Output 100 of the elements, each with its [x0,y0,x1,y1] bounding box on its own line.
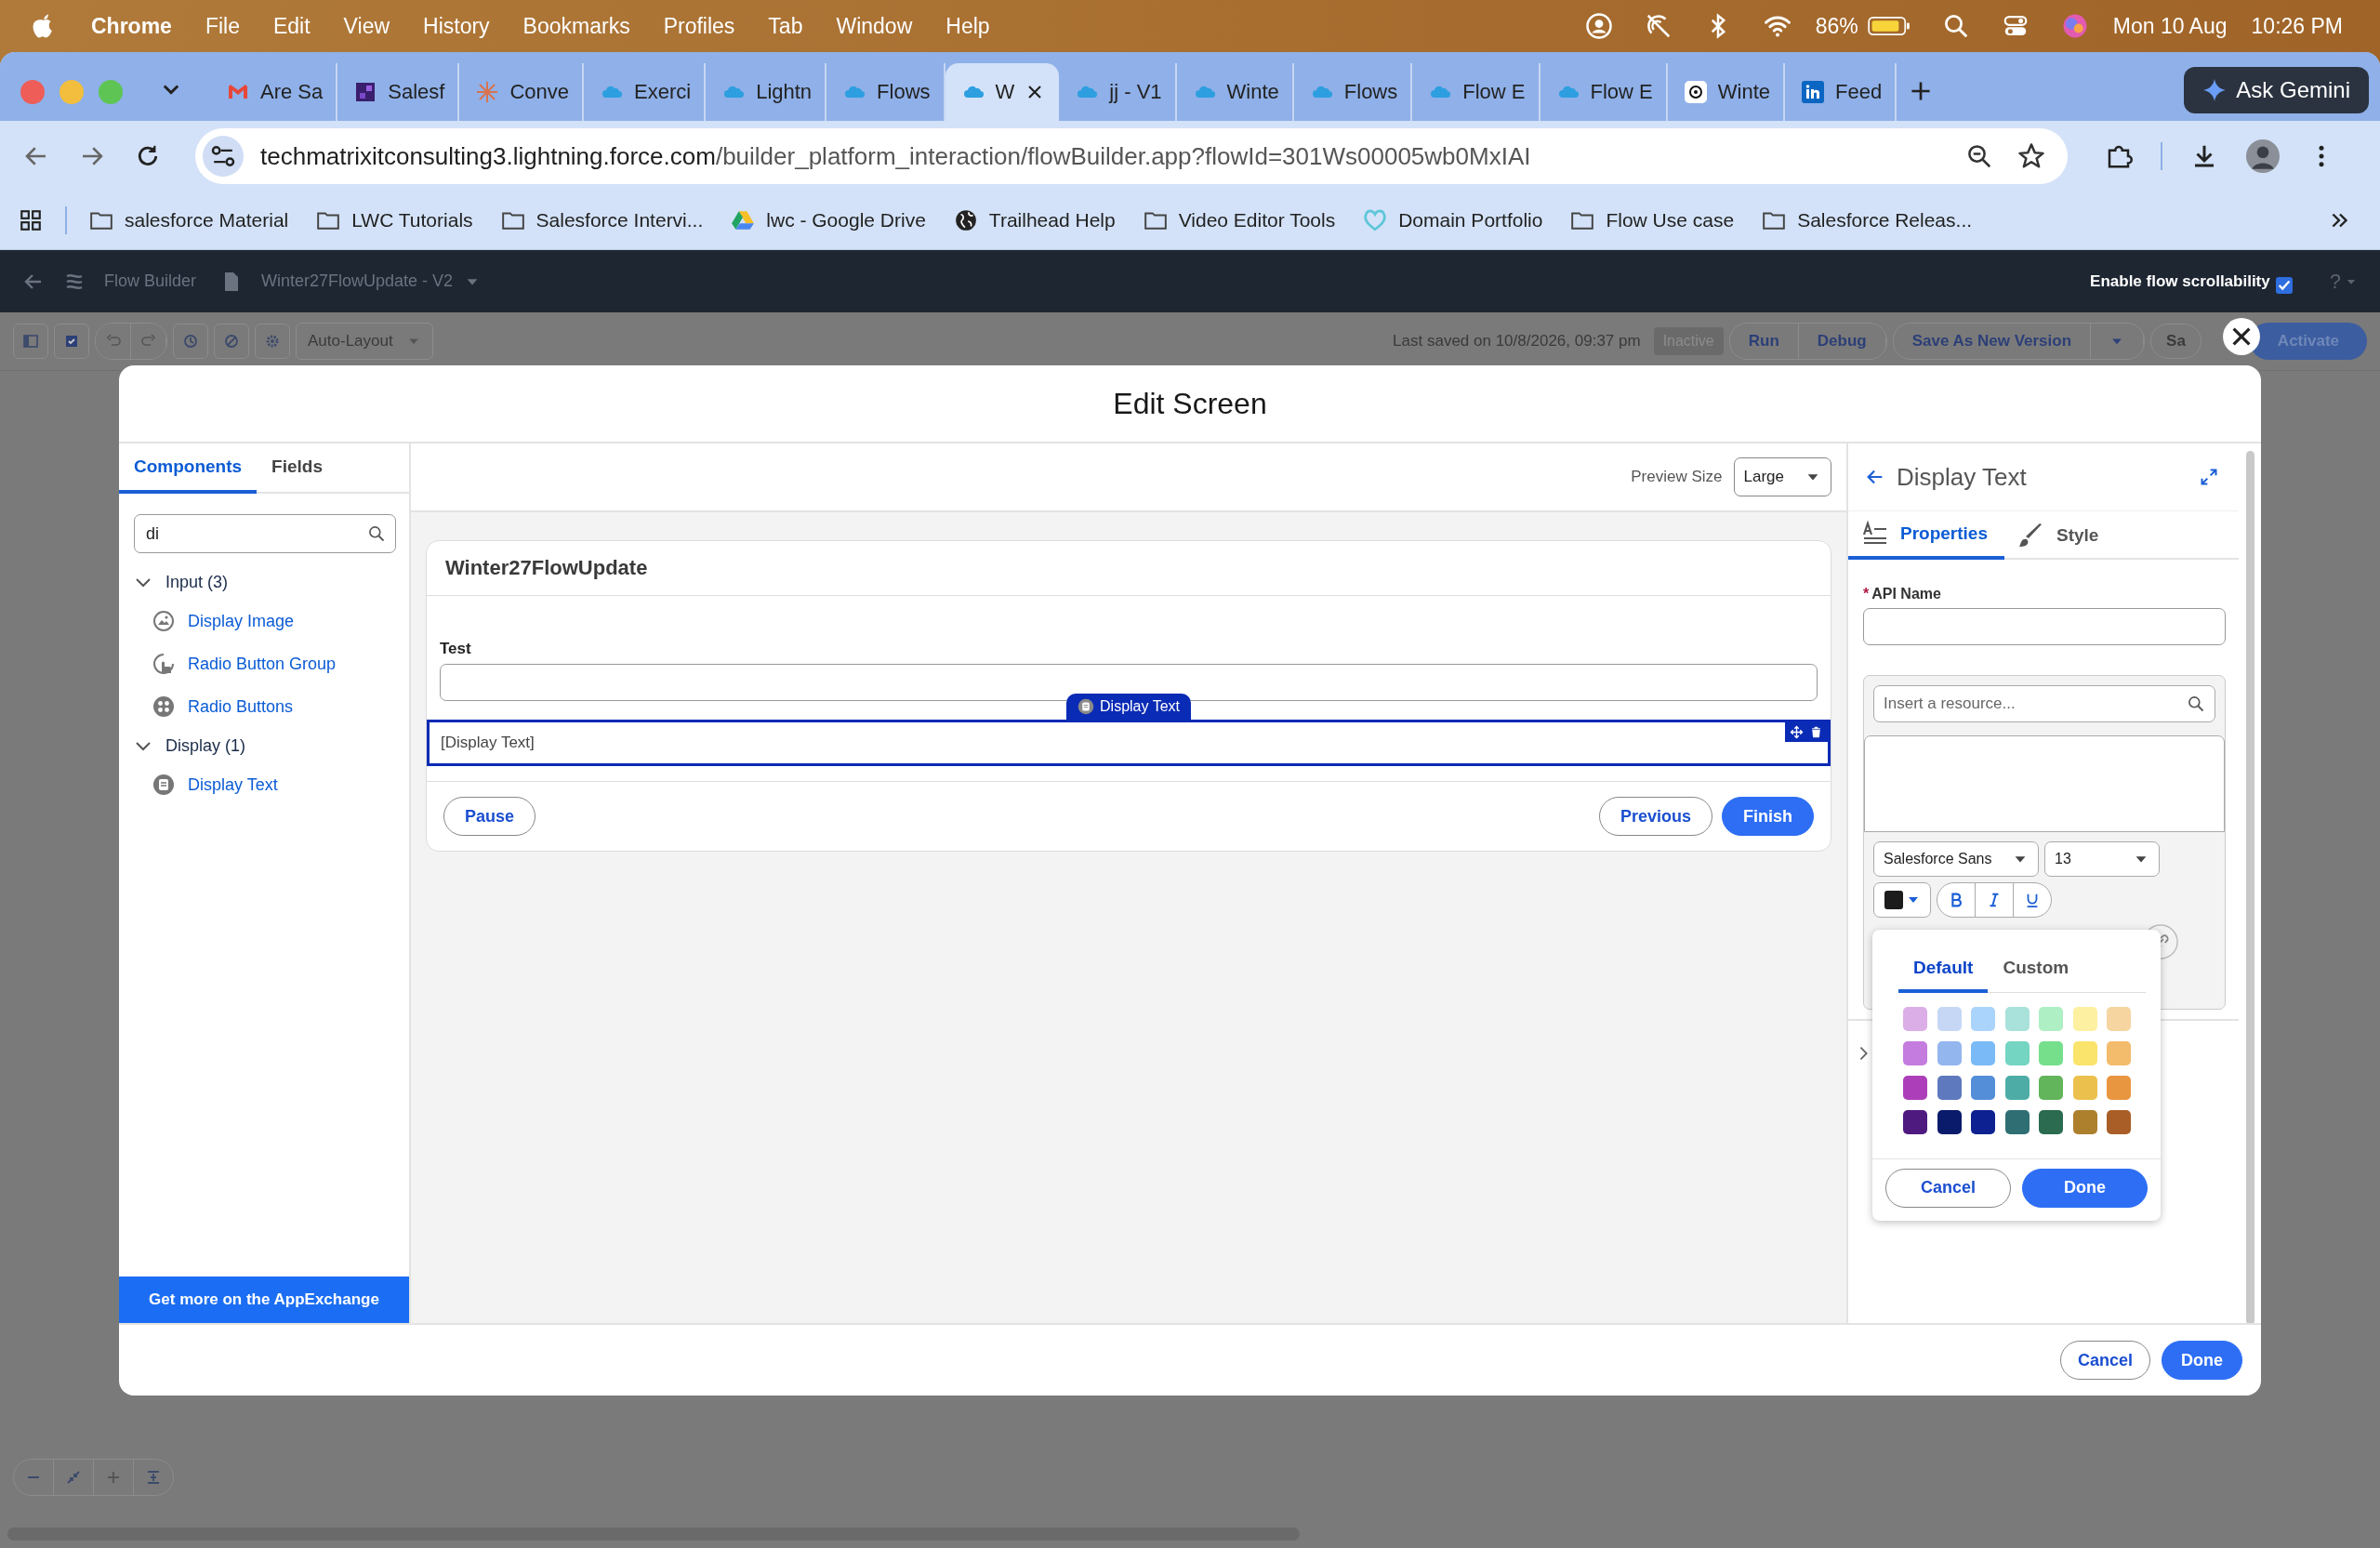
color-swatch[interactable] [2072,1109,2097,1134]
scrollbar[interactable] [2245,451,2254,1325]
menu-item[interactable]: Help [945,13,990,39]
close-icon[interactable] [2222,317,2261,356]
pause-button[interactable]: Pause [443,797,536,836]
battery-icon[interactable] [1867,15,1911,37]
user-icon[interactable] [1584,12,1613,40]
menu-item[interactable]: Edit [272,13,311,39]
appexchange-button[interactable]: Get more on the AppExchange [119,1277,409,1323]
color-swatch[interactable] [1971,1075,1995,1100]
api-name-input[interactable] [1863,608,2226,645]
resource-search-field[interactable]: Insert a resource... [1873,685,2215,722]
done-button[interactable]: Done [2022,1168,2148,1208]
color-swatch[interactable] [2107,1075,2131,1100]
ask-gemini-button[interactable]: Ask Gemini [2184,67,2369,113]
size-select[interactable]: 13 [2044,841,2160,877]
panel-tab[interactable]: Components [119,443,258,494]
undo-button[interactable] [96,324,131,359]
zoom-out-icon[interactable] [1965,142,1993,170]
color-swatch[interactable] [1971,1006,1995,1031]
component-item[interactable]: Display Image [119,600,409,642]
address-field[interactable]: techmatrixitconsulting3.lightning.force.com/builder_platform_interaction/flowBuilder.app?flowId=301Ws00005wb0MxIAI [195,128,2068,184]
tree-group[interactable]: Display (1) [119,728,409,763]
color-swatch[interactable] [2004,1109,2030,1134]
picker-tab[interactable]: Custom [1988,958,2084,993]
menu-item[interactable]: Tab [768,13,803,39]
bookmark[interactable]: Trailhead Help [953,208,1116,232]
color-swatch[interactable] [2039,1006,2063,1031]
color-swatch[interactable] [1937,1109,1962,1134]
bookmark[interactable]: Salesforce Releas... [1762,208,1973,232]
component-item[interactable]: Radio Buttons [119,685,409,728]
bookmark[interactable]: lwc - Google Drive [731,208,926,232]
bookmark-star-icon[interactable] [2017,142,2045,170]
color-swatch[interactable] [2107,1006,2131,1031]
color-swatch[interactable] [1937,1040,1962,1065]
color-swatch[interactable] [1971,1040,1995,1065]
panel-tab[interactable]: Style [2004,511,2116,560]
color-swatch[interactable] [2039,1040,2063,1065]
move-icon[interactable] [1790,725,1804,739]
color-swatch[interactable] [2107,1109,2131,1134]
browser-tab[interactable]: Flow E [1412,63,1540,121]
browser-tab[interactable]: Exerci [584,63,707,121]
browser-tab[interactable]: Lightn [706,63,827,121]
color-swatch[interactable] [1903,1109,1927,1134]
search-field[interactable]: di [134,514,396,553]
display-text-component[interactable]: [Display Text] [427,720,1831,766]
font-select[interactable]: Salesforce Sans [1873,841,2039,877]
finish-button[interactable]: Finish [1722,797,1814,836]
color-swatch[interactable] [2004,1075,2030,1100]
color-swatch[interactable] [2072,1040,2097,1065]
text-color-button[interactable] [1873,882,1931,918]
panel-toggle-button[interactable] [13,324,48,359]
previous-button[interactable]: Previous [1598,797,1712,836]
browser-tab[interactable]: Feed [1785,63,1897,121]
panel-tab[interactable]: Properties [1848,511,2004,560]
bookmark[interactable]: Video Editor Tools [1143,208,1336,232]
bookmark[interactable]: Salesforce Intervi... [500,208,704,232]
color-swatch[interactable] [2072,1006,2097,1031]
menu-item[interactable]: File [205,13,240,39]
browser-tab[interactable]: Salesf [337,63,460,121]
text-editor[interactable] [1864,735,2225,832]
done-button[interactable]: Done [2162,1341,2242,1380]
picker-tab[interactable]: Default [1898,958,1989,993]
preview-size-select[interactable]: Large [1733,457,1831,496]
bookmark[interactable]: Flow Use case [1570,208,1735,232]
menu-item[interactable]: Bookmarks [522,13,630,39]
trash-icon[interactable] [1809,725,1823,739]
text-input[interactable] [440,664,1818,701]
browser-tab[interactable]: Winte [1176,63,1294,121]
browser-tab[interactable]: Flows [1293,63,1413,121]
new-tab-icon[interactable] [1910,80,1933,102]
color-swatch[interactable] [2072,1075,2097,1100]
color-swatch[interactable] [1937,1075,1962,1100]
bookmark[interactable]: Domain Portfolio [1363,208,1543,232]
browser-tab[interactable]: jj - V1 [1059,63,1177,121]
browser-tab[interactable]: W [945,63,1060,121]
color-swatch[interactable] [1903,1040,1927,1065]
disable-button[interactable] [214,324,249,359]
component-item[interactable]: Display Text [119,763,409,806]
site-info-icon[interactable] [203,136,244,177]
panel-tab[interactable]: Fields [257,443,337,494]
color-swatch[interactable] [1937,1006,1962,1031]
browser-tab[interactable]: Flow E [1540,63,1668,121]
avatar-icon[interactable] [2246,139,2280,173]
color-swatch[interactable] [1903,1006,1927,1031]
apps-grid-icon[interactable] [19,208,43,232]
menu-item[interactable]: View [343,13,390,39]
color-swatch[interactable] [2039,1109,2063,1134]
tree-group[interactable]: Input (3) [119,564,409,600]
checklist-button[interactable] [54,324,89,359]
color-swatch[interactable] [2004,1006,2030,1031]
component-item[interactable]: Radio Button Group [119,642,409,685]
expand-icon[interactable] [2200,468,2218,486]
color-swatch[interactable] [2039,1075,2063,1100]
menu-item[interactable]: Window [836,13,913,39]
color-swatch[interactable] [1903,1075,1927,1100]
app-menu[interactable]: Chrome [91,13,172,39]
cancel-button[interactable]: Cancel [2059,1341,2150,1380]
cancel-button[interactable]: Cancel [1885,1168,2011,1208]
scrollability-checkbox[interactable] [2275,276,2293,294]
